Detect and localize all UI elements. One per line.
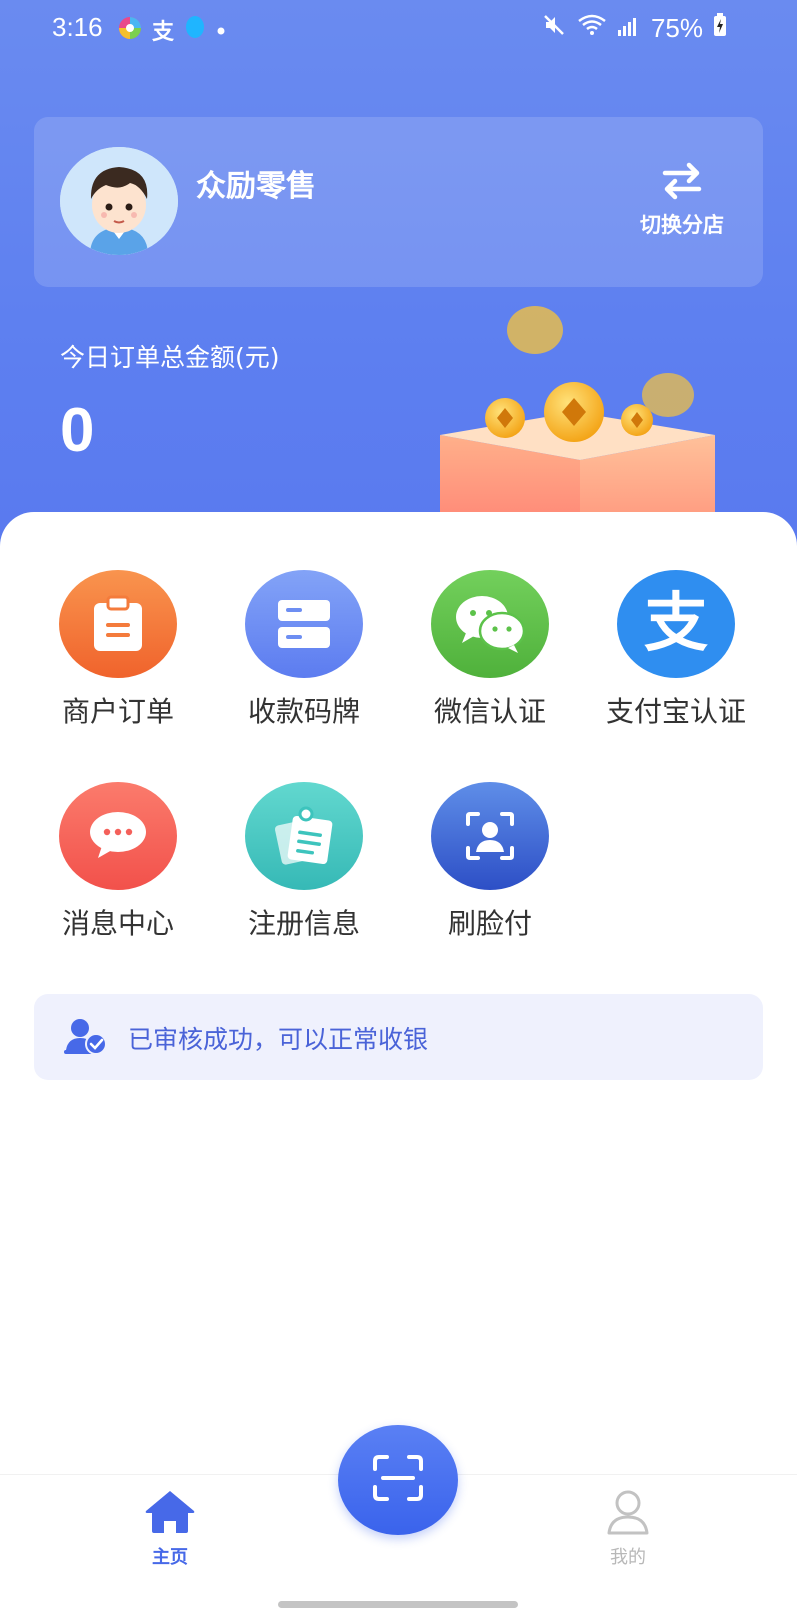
alipay-icon: 支 xyxy=(617,570,735,678)
menu-label: 支付宝认证 xyxy=(605,695,746,728)
chat-bubble-icon xyxy=(59,782,177,890)
menu-label: 收款码牌 xyxy=(247,695,360,728)
today-total-value: 0 xyxy=(60,396,95,465)
nav-mine-label: 我的 xyxy=(610,1547,646,1568)
wifi-icon xyxy=(577,13,607,44)
notes-icon xyxy=(245,782,363,890)
menu-message-center[interactable]: 消息中心 xyxy=(38,782,198,942)
swap-arrows-icon xyxy=(659,162,705,205)
scan-button[interactable] xyxy=(338,1425,458,1535)
server-card-icon xyxy=(245,570,363,678)
nav-home-label: 主页 xyxy=(152,1547,188,1568)
alipay-icon: 支 xyxy=(152,20,175,45)
scan-icon xyxy=(371,1453,425,1507)
audit-notice-text: 已审核成功，可以正常收银 xyxy=(128,1025,429,1054)
status-app-icons: 支 xyxy=(118,14,226,46)
verified-user-icon xyxy=(64,1016,108,1060)
nav-mine[interactable]: 我的 xyxy=(578,1489,678,1569)
status-time: 3:16 xyxy=(52,12,103,42)
audit-notice: 已审核成功，可以正常收银 xyxy=(34,994,763,1080)
face-scan-icon xyxy=(431,782,549,890)
nav-home[interactable]: 主页 xyxy=(120,1489,220,1569)
avatar[interactable] xyxy=(60,147,178,255)
user-icon xyxy=(605,1490,651,1539)
switch-branch-button[interactable]: 切换分店 xyxy=(627,161,737,239)
clipboard-icon xyxy=(59,570,177,678)
menu-wechat-auth[interactable]: 微信认证 xyxy=(410,570,570,730)
battery-icon xyxy=(713,13,727,44)
menu-label: 微信认证 xyxy=(433,695,546,728)
qq-icon xyxy=(184,16,206,44)
menu-payment-code[interactable]: 收款码牌 xyxy=(224,570,384,730)
colorful-app-icon xyxy=(118,16,142,44)
menu-merchant-orders[interactable]: 商户订单 xyxy=(38,570,198,730)
menu-label: 注册信息 xyxy=(247,907,360,940)
battery-text: 75% xyxy=(650,13,703,43)
home-icon xyxy=(144,1491,196,1539)
status-bar: 3:16 支 75% xyxy=(0,0,797,60)
today-total-label: 今日订单总金额(元) xyxy=(60,343,280,372)
coin-box-illustration xyxy=(440,300,740,520)
menu-registration-info[interactable]: 注册信息 xyxy=(224,782,384,942)
menu-face-pay[interactable]: 刷脸付 xyxy=(410,782,570,942)
store-card: 众励零售 切换分店 xyxy=(34,117,763,287)
notification-dot-icon xyxy=(216,21,226,40)
signal-icon xyxy=(617,13,641,44)
menu-label: 刷脸付 xyxy=(447,907,532,940)
store-name: 众励零售 xyxy=(196,169,316,204)
home-indicator xyxy=(278,1601,518,1608)
switch-branch-label: 切换分店 xyxy=(640,213,724,237)
menu-alipay-auth[interactable]: 支 支付宝认证 xyxy=(596,570,756,730)
menu-label: 商户订单 xyxy=(61,695,174,728)
mute-icon xyxy=(541,12,567,45)
wechat-icon xyxy=(431,570,549,678)
status-right: 75% xyxy=(541,12,727,45)
menu-label: 消息中心 xyxy=(61,907,174,940)
